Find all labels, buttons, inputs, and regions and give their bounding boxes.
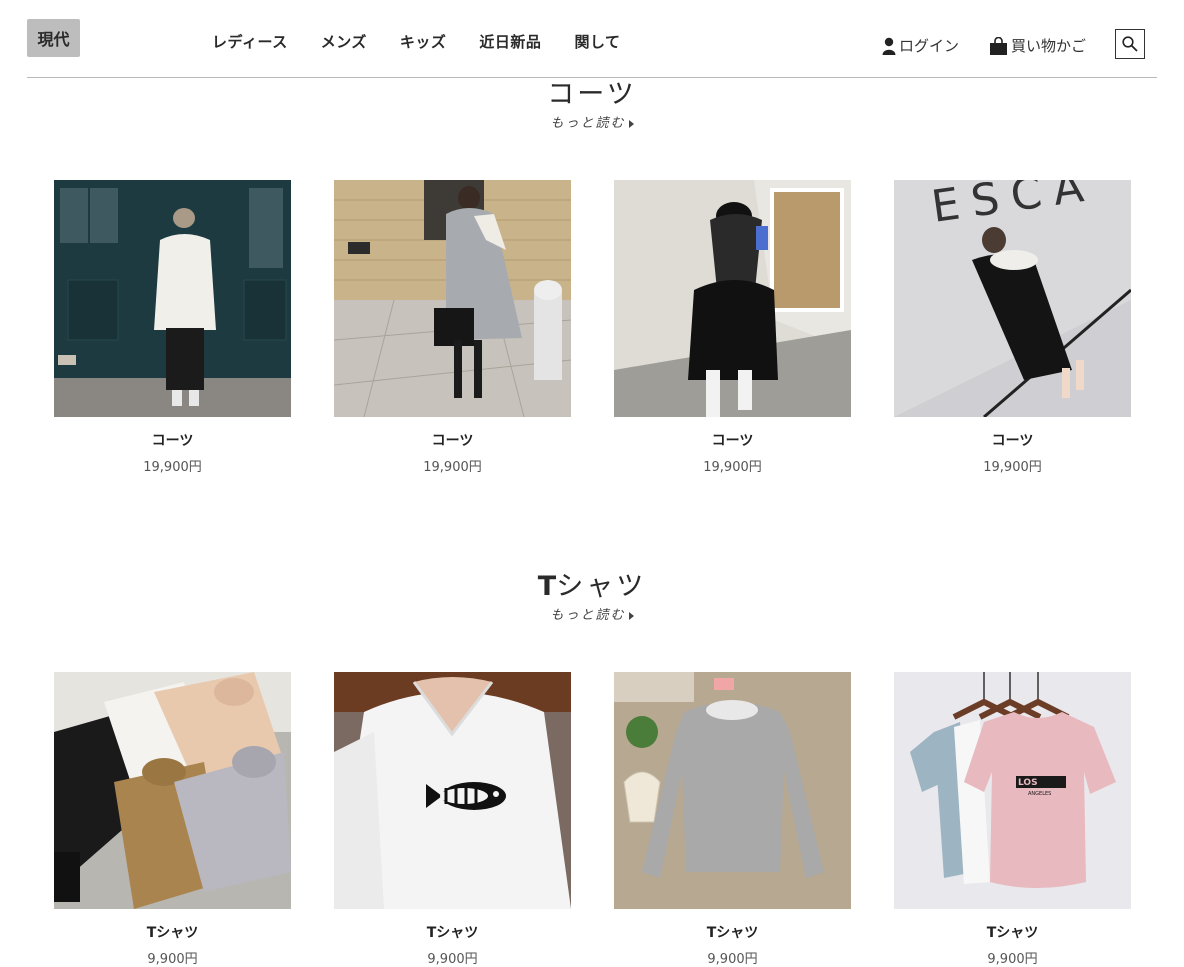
section-title-coats: コーツ [547,79,637,110]
product-card[interactable]: LOS ANGELES Tシャツ 9,900円 [894,672,1131,967]
shirt-print-text: LOS [1018,778,1038,788]
nav-kids[interactable]: キッズ [400,31,447,52]
play-arrow-icon [628,611,634,620]
product-grid-coats: コーツ 19,900円 コーツ 19,900円 コーツ 19,900円 ESCA… [54,180,1131,475]
product-name: Tシャツ [986,925,1039,941]
section-title-latin: T [537,571,557,602]
product-price: 9,900円 [987,952,1038,967]
search-button[interactable] [1115,29,1145,59]
product-image [614,180,851,417]
product-price: 19,900円 [143,460,202,475]
read-more-tshirts[interactable]: もっと読む [0,604,1184,623]
product-grid-tshirts: Tシャツ 9,900円 Tシャツ 9,900円 Tシャツ 9,900円 LOS … [54,672,1131,967]
product-price: 19,900円 [983,460,1042,475]
main-nav: レディース メンズ キッズ 近日新品 関して [212,31,654,52]
read-more-label: もっと読む [550,116,626,131]
read-more-label: もっと読む [550,608,626,623]
read-more-coats[interactable]: もっと読む [0,112,1184,131]
product-price: 19,900円 [423,460,482,475]
product-image: LOS ANGELES [894,672,1131,909]
nav-about[interactable]: 関して [574,31,620,52]
shopping-bag-icon [989,36,1011,55]
product-name: コーツ [991,433,1034,449]
search-icon [1121,35,1139,53]
login-label: ログイン [899,37,960,55]
product-card[interactable]: Tシャツ 9,900円 [54,672,291,967]
product-name: Tシャツ [146,925,199,941]
product-name: コーツ [151,433,194,449]
product-image [614,672,851,909]
site-logo[interactable]: 現代 [27,19,80,57]
user-icon [882,37,899,55]
nav-ladies[interactable]: レディース [212,31,288,52]
product-image [334,180,571,417]
product-card[interactable]: コーツ 19,900円 [614,180,851,475]
product-price: 9,900円 [707,952,758,967]
product-card[interactable]: コーツ 19,900円 [54,180,291,475]
product-name: Tシャツ [706,925,759,941]
product-image [334,672,571,909]
play-arrow-icon [628,119,634,128]
product-image: ESCA [894,180,1131,417]
product-price: 9,900円 [147,952,198,967]
product-name: コーツ [431,433,474,449]
nav-mens[interactable]: メンズ [321,31,367,52]
product-image [54,180,291,417]
product-card[interactable]: Tシャツ 9,900円 [334,672,571,967]
product-card[interactable]: Tシャツ 9,900円 [614,672,851,967]
product-card[interactable]: コーツ 19,900円 [334,180,571,475]
product-price: 9,900円 [427,952,478,967]
product-name: コーツ [711,433,754,449]
nav-new-arrivals[interactable]: 近日新品 [479,31,541,52]
section-title-rest: シャツ [556,571,647,602]
cart-link[interactable]: 買い物かご [989,35,1086,56]
product-name: Tシャツ [426,925,479,941]
section-title-tshirts: Tシャツ [0,564,1184,603]
product-card[interactable]: ESCA コーツ 19,900円 [894,180,1131,475]
cart-label: 買い物かご [1011,37,1087,55]
product-image [54,672,291,909]
product-price: 19,900円 [703,460,762,475]
shirt-print-subtext: ANGELES [1028,791,1051,797]
login-link[interactable]: ログイン [882,35,959,56]
